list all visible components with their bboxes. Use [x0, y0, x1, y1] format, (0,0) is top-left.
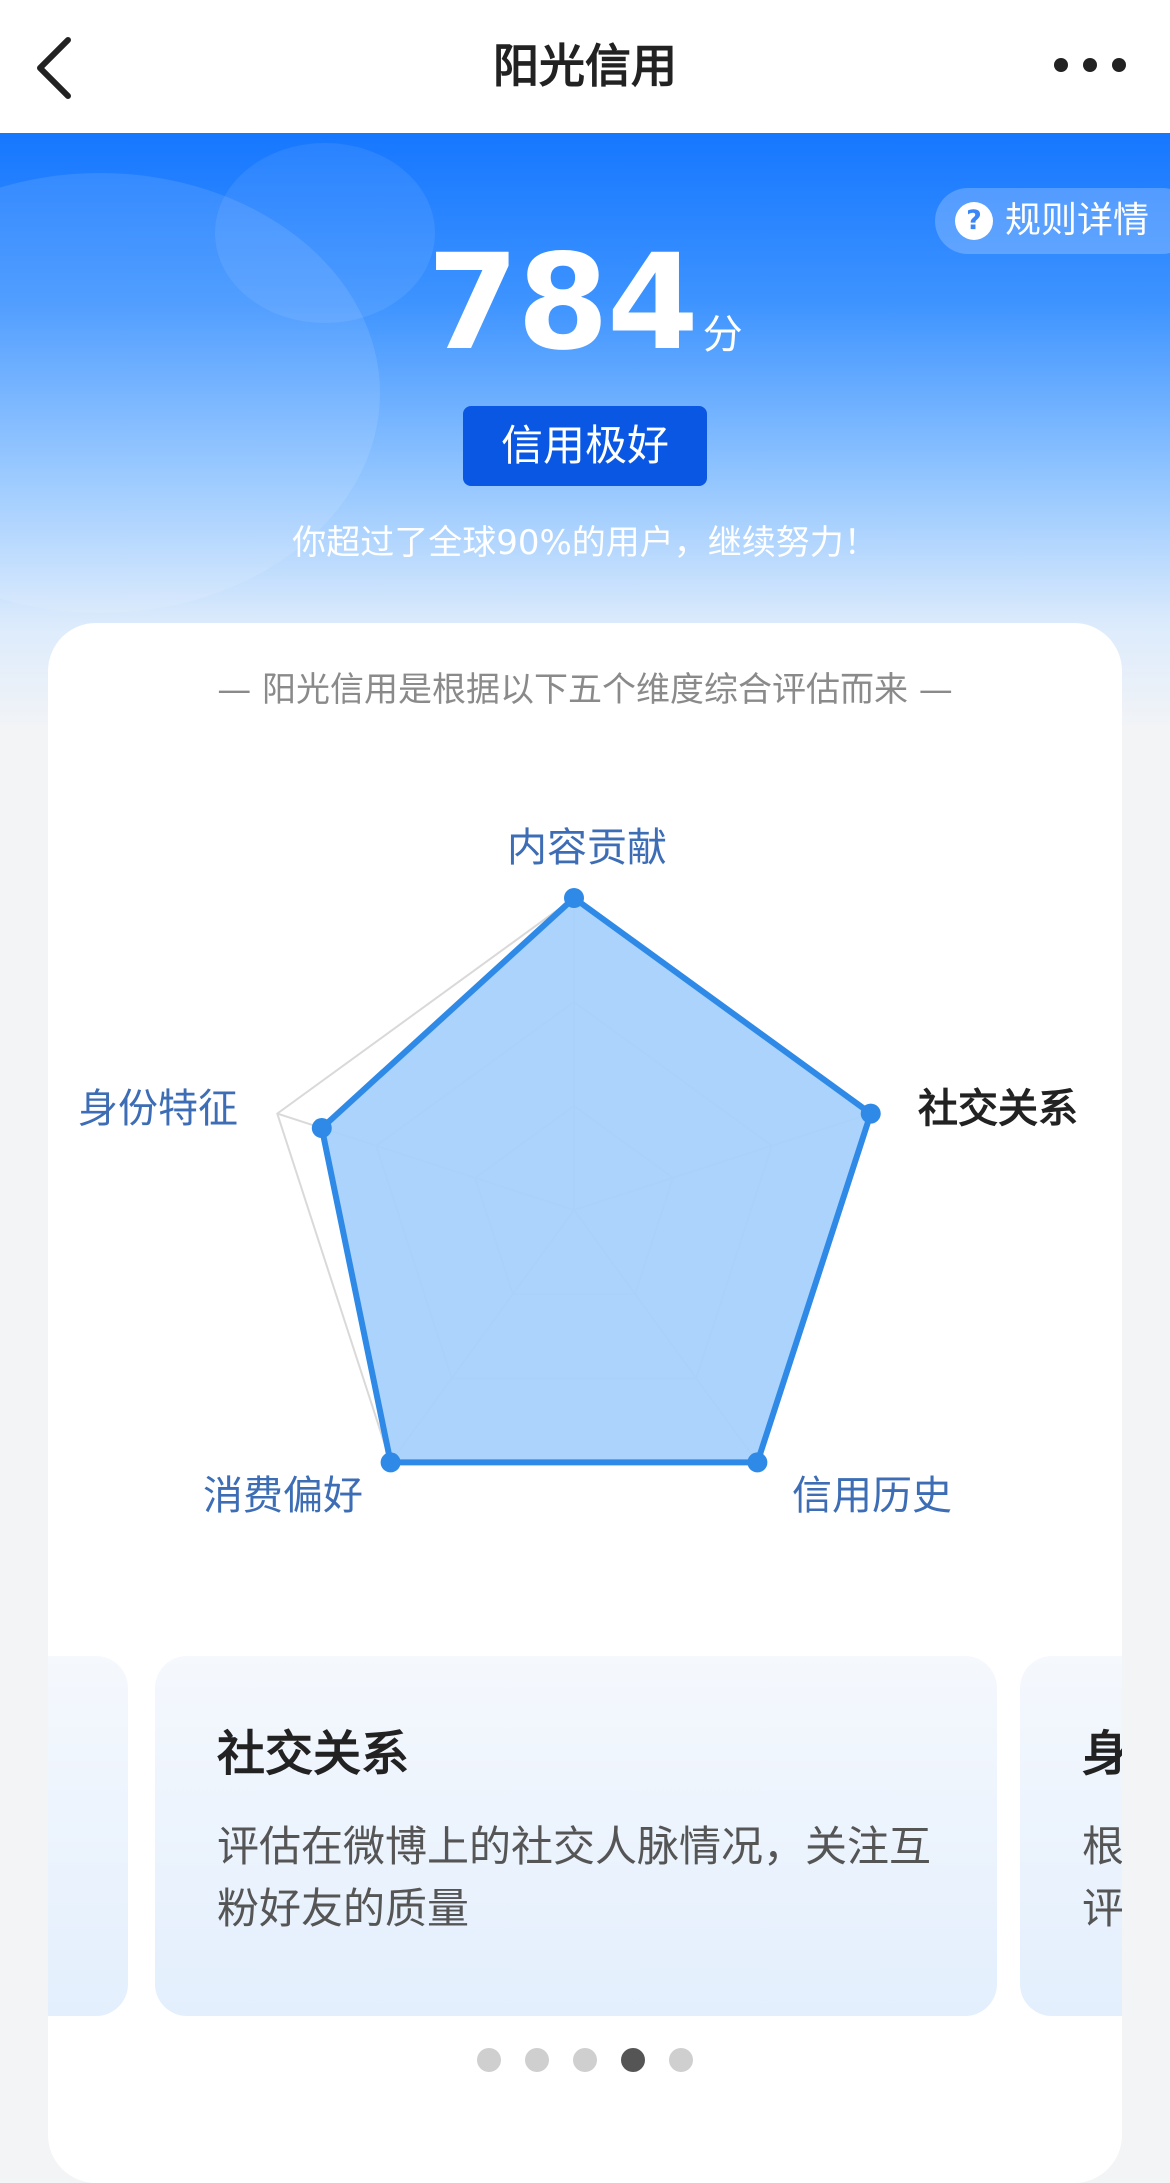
score-value: 784 — [427, 226, 699, 380]
credit-score: 784 分 — [0, 228, 1170, 378]
next-desc-line2: 评 — [1082, 1884, 1122, 1933]
radar-point — [311, 1118, 332, 1139]
axis-label-identity[interactable]: 身份特征 — [78, 1084, 238, 1134]
credit-level-badge: 信用极好 — [463, 406, 707, 486]
dimension-detail-next[interactable]: 身 根 评 — [1020, 1656, 1122, 2016]
pagination-dot[interactable] — [573, 2048, 597, 2072]
dimension-detail-prev[interactable] — [48, 1656, 128, 2016]
radar-point — [860, 1103, 881, 1124]
axis-label-social[interactable]: 社交关系 — [918, 1084, 1078, 1134]
dimension-title-next: 身 — [1082, 1726, 1122, 1782]
dimension-card: — 阳光信用是根据以下五个维度综合评估而来 — 内容贡献 社交关系 信用历史 消… — [48, 623, 1122, 2183]
nav-bar: 阳光信用 — [0, 0, 1170, 133]
page-title: 阳光信用 — [493, 39, 677, 93]
radar-point — [380, 1452, 401, 1473]
radar-area — [318, 895, 874, 1466]
radar-point — [564, 888, 584, 908]
radar-point — [747, 1452, 768, 1473]
dimension-title: 社交关系 — [217, 1726, 410, 1782]
dimension-detail-current[interactable]: 社交关系 评估在微博上的社交人脉情况，关注互粉好友的质量 — [155, 1656, 997, 2016]
axis-label-consumption[interactable]: 消费偏好 — [203, 1471, 363, 1521]
more-button[interactable] — [1050, 50, 1130, 80]
pagination-dot[interactable] — [525, 2048, 549, 2072]
pagination-dot[interactable] — [477, 2048, 501, 2072]
axis-label-history[interactable]: 信用历史 — [792, 1471, 952, 1521]
ranking-subtitle: 你超过了全球90%的用户，继续努力！ — [292, 523, 878, 563]
carousel-pagination — [48, 2048, 1122, 2076]
more-horizontal-icon — [1054, 58, 1126, 72]
axis-label-content[interactable]: 内容贡献 — [507, 823, 667, 873]
score-unit: 分 — [702, 312, 743, 358]
pagination-dot[interactable] — [669, 2048, 693, 2072]
pagination-dot[interactable] — [621, 2048, 645, 2072]
dimension-description-next: 根 评 — [1082, 1816, 1122, 1940]
dimension-description: 评估在微博上的社交人脉情况，关注互粉好友的质量 — [217, 1822, 932, 1933]
next-desc-line1: 根 — [1082, 1822, 1122, 1871]
